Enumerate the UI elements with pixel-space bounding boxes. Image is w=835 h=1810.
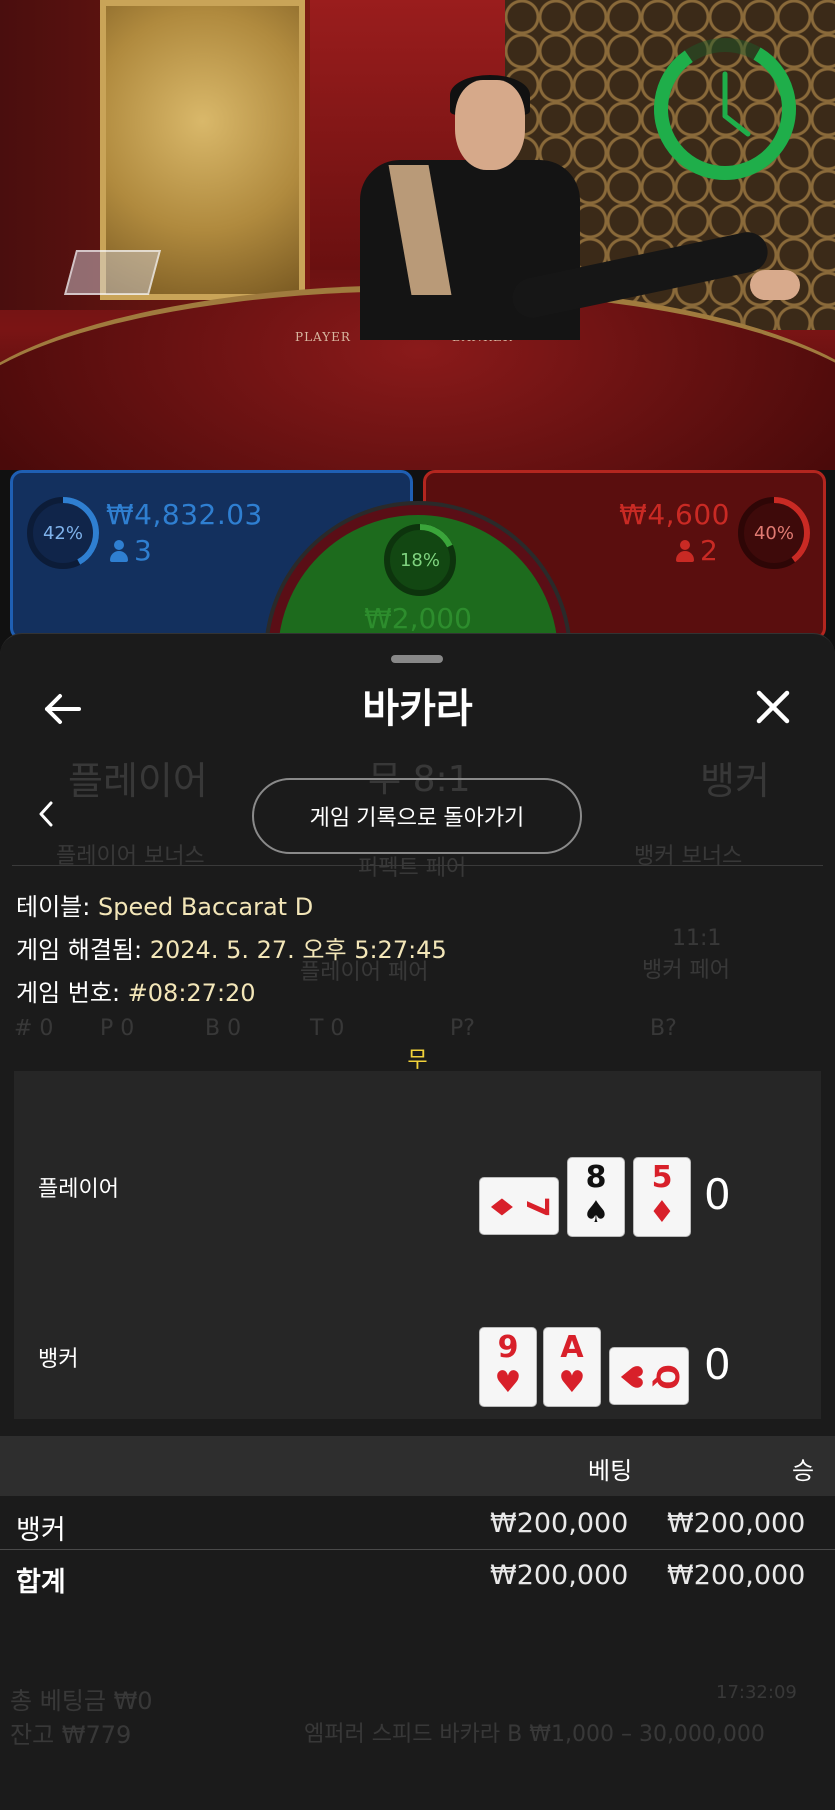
player-count-value: 3 bbox=[134, 534, 152, 567]
spade-icon: ♠ bbox=[582, 1195, 610, 1230]
banker-score: 0 bbox=[704, 1340, 731, 1389]
column-win: 승 bbox=[792, 1457, 815, 1485]
heart-icon: ♥ bbox=[558, 1365, 586, 1400]
card-rank: 7 bbox=[519, 1196, 554, 1218]
total-row: 합계 ₩200,000 ₩200,000 bbox=[0, 1550, 835, 1602]
table-value: Speed Baccarat D bbox=[97, 893, 314, 921]
ghost-player-bet: 플레이어 bbox=[68, 759, 208, 803]
player-score: 0 bbox=[704, 1170, 731, 1219]
ghost-banker-bet: 뱅커 bbox=[700, 759, 770, 803]
card-rank: A bbox=[560, 1330, 584, 1365]
tie-total-amount: ₩2,000 bbox=[364, 602, 472, 635]
table-row: 뱅커 ₩200,000 ₩200,000 bbox=[0, 1498, 835, 1550]
player-card-2: 8 ♠ bbox=[567, 1157, 625, 1237]
card-rank: Q bbox=[649, 1364, 684, 1390]
user-icon bbox=[110, 539, 128, 562]
ghost-clock: 17:32:09 bbox=[716, 1682, 797, 1703]
bets-table-header: 베팅 승 bbox=[0, 1436, 835, 1496]
hands-panel: 플레이어 7 ♦ 8 ♠ 5 ♦ 0 뱅커 9 ♥ A ♥ Q ♥ 0 bbox=[14, 1071, 821, 1419]
banker-total-amount: ₩4,600 bbox=[619, 498, 730, 531]
banker-count-value: 2 bbox=[700, 534, 718, 567]
game-result: 무 bbox=[407, 1048, 428, 1073]
game-number-label: 게임 번호: bbox=[16, 979, 128, 1007]
banker-percent: 40% bbox=[753, 522, 794, 544]
player-hand-label: 플레이어 bbox=[38, 1177, 119, 1202]
table-label-player: PLAYER bbox=[295, 330, 351, 344]
total-bet-amount: ₩200,000 bbox=[490, 1560, 629, 1591]
card-rank: 8 bbox=[585, 1160, 607, 1195]
resolved-info: 게임 해결됨: 2024. 5. 27. 오후 5:27:45 bbox=[16, 930, 447, 965]
card-shoe bbox=[63, 250, 162, 295]
diamond-icon: ♦ bbox=[483, 1193, 518, 1221]
ghost-road-banker: B 0 bbox=[205, 1016, 242, 1041]
card-rank: 9 bbox=[497, 1330, 519, 1365]
ghost-road-banker-predict: B? bbox=[650, 1016, 677, 1041]
card-rank: 5 bbox=[651, 1160, 673, 1195]
close-icon bbox=[756, 690, 790, 724]
diamond-icon: ♦ bbox=[648, 1195, 676, 1230]
back-to-history-button[interactable]: 게임 기록으로 돌아가기 bbox=[252, 778, 582, 854]
game-detail-sheet: 플레이어 무 8:1 뱅커 플레이어 보너스 퍼펙트 페어 뱅커 보너스 플레이… bbox=[0, 633, 835, 1810]
user-icon bbox=[676, 539, 694, 562]
banker-card-1: 9 ♥ bbox=[479, 1327, 537, 1407]
table-label: 테이블: bbox=[16, 893, 98, 921]
dealer bbox=[360, 75, 800, 340]
ghost-road-player: P 0 bbox=[100, 1016, 135, 1041]
sheet-drag-handle[interactable] bbox=[391, 655, 443, 663]
countdown-clock-icon bbox=[654, 38, 796, 180]
win-amount: ₩200,000 bbox=[667, 1508, 806, 1539]
divider bbox=[12, 865, 823, 866]
ghost-road-player-predict: P? bbox=[450, 1016, 475, 1041]
ghost-table-limits: 엠퍼러 스피드 바카라 B ₩1,000 – 30,000,000 bbox=[304, 1722, 765, 1747]
player-bettor-count: 3 bbox=[110, 534, 152, 567]
player-card-3: 5 ♦ bbox=[633, 1157, 691, 1237]
ghost-banker-pair: 뱅커 페어 bbox=[642, 958, 730, 983]
total-label: 합계 bbox=[16, 1567, 66, 1598]
ghost-banker-pair-odds: 11:1 bbox=[672, 926, 722, 951]
heart-icon: ♥ bbox=[494, 1365, 522, 1400]
game-number-info: 게임 번호: #08:27:20 bbox=[16, 973, 256, 1008]
banker-bettor-count: 2 bbox=[676, 534, 718, 567]
player-total-amount: ₩4,832.03 bbox=[106, 498, 263, 531]
ghost-balance: 잔고 ₩779 bbox=[10, 1721, 132, 1749]
ghost-road-count: # 0 bbox=[14, 1016, 54, 1041]
sheet-title: 바카라 bbox=[362, 686, 473, 732]
bet-name: 뱅커 bbox=[16, 1515, 66, 1546]
ghost-road-tie: T 0 bbox=[310, 1016, 345, 1041]
game-number-value: #08:27:20 bbox=[127, 979, 256, 1007]
previous-game-button[interactable] bbox=[28, 796, 64, 832]
close-button[interactable] bbox=[748, 682, 798, 732]
resolved-value: 2024. 5. 27. 오후 5:27:45 bbox=[149, 936, 447, 964]
banker-card-3: Q ♥ bbox=[609, 1347, 689, 1405]
total-win-amount: ₩200,000 bbox=[667, 1560, 806, 1591]
banker-hand-label: 뱅커 bbox=[38, 1347, 79, 1372]
player-percent-ring: 42% bbox=[25, 495, 101, 571]
resolved-label: 게임 해결됨: bbox=[16, 936, 150, 964]
bet-amount: ₩200,000 bbox=[490, 1508, 629, 1539]
ghost-perfect-pair: 퍼펙트 페어 bbox=[358, 856, 467, 881]
column-bet: 베팅 bbox=[588, 1457, 633, 1485]
banker-card-2: A ♥ bbox=[543, 1327, 601, 1407]
banker-percent-ring: 40% bbox=[736, 495, 812, 571]
table-info: 테이블: Speed Baccarat D bbox=[16, 887, 313, 922]
tie-percent-ring: 18% bbox=[382, 522, 458, 598]
player-percent: 42% bbox=[42, 522, 83, 544]
heart-icon: ♥ bbox=[613, 1363, 648, 1391]
player-card-1: 7 ♦ bbox=[479, 1177, 559, 1235]
tie-percent: 18% bbox=[399, 549, 440, 571]
chevron-left-icon bbox=[39, 801, 53, 827]
ghost-total-bet: 총 베팅금 ₩0 bbox=[10, 1687, 153, 1715]
